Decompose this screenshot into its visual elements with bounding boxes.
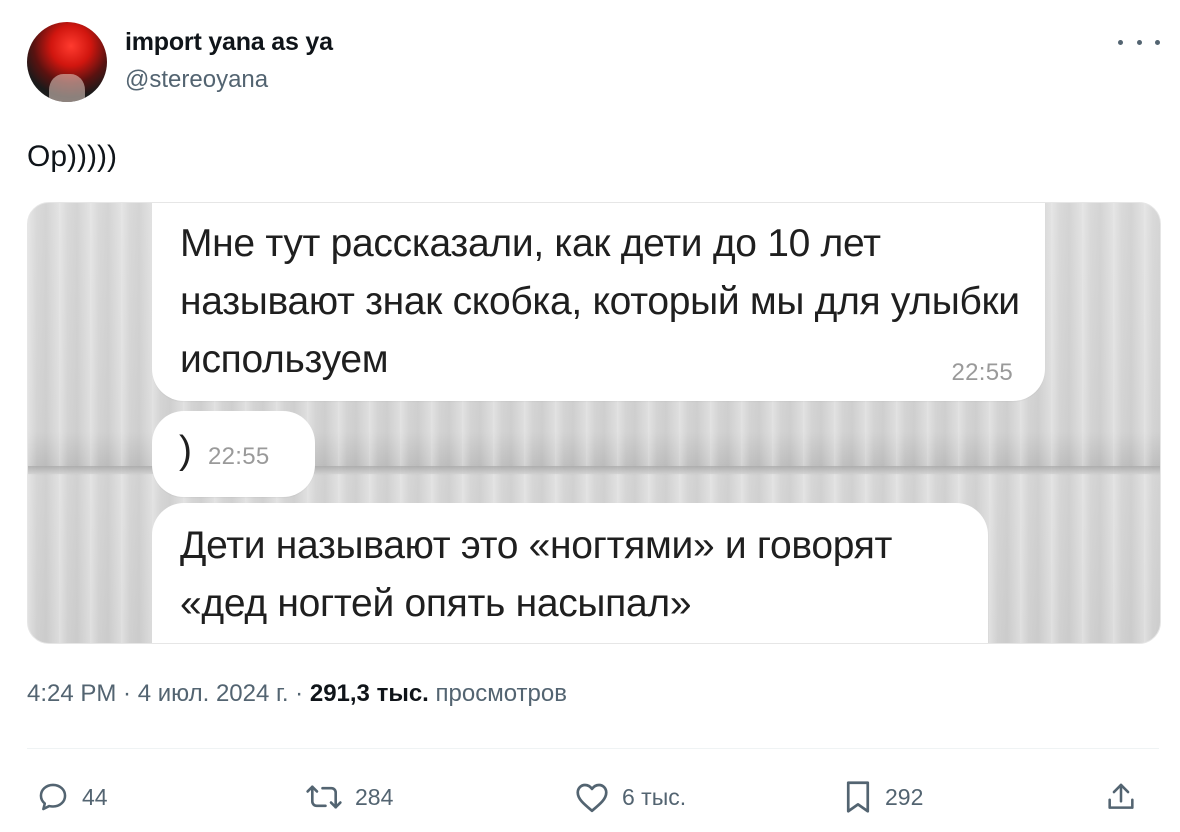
meta-separator: ·	[288, 680, 310, 707]
more-horizontal-icon	[1118, 39, 1123, 45]
repost-icon	[306, 785, 342, 809]
like-count: 6 тыс.	[622, 783, 687, 810]
bookmark-icon	[846, 781, 870, 813]
chat-message-time: 22:55	[951, 359, 1013, 386]
more-horizontal-icon	[1136, 39, 1142, 45]
views-count: 291,3 тыс.	[309, 680, 429, 707]
tweet-time[interactable]: 4:24 PM	[27, 680, 116, 707]
chat-bubble: Дети называют это «ногтями» и говорят «д…	[152, 503, 988, 643]
more-options-button[interactable]	[1118, 28, 1160, 56]
chat-message-text: )	[179, 429, 192, 472]
views-label: просмотров	[428, 680, 567, 707]
heart-icon	[576, 783, 608, 813]
chat-message-text: Дети называют это «ногтями» и говорят «д…	[180, 524, 893, 625]
bookmark-button[interactable]: 292	[843, 777, 923, 817]
tweet-date[interactable]: 4 июл. 2024 г.	[138, 680, 289, 707]
avatar[interactable]	[27, 22, 107, 102]
repost-count: 284	[355, 783, 394, 810]
share-button[interactable]	[1104, 777, 1138, 817]
reply-count: 44	[82, 783, 108, 810]
author-display-name[interactable]: import yana as ya	[125, 28, 333, 57]
chat-message-text: Мне тут рассказали, как дети до 10 лет н…	[180, 222, 1020, 381]
chat-bubble: Мне тут рассказали, как дети до 10 лет н…	[152, 203, 1045, 401]
share-icon	[1108, 783, 1134, 809]
author-handle[interactable]: @stereoyana	[125, 66, 268, 94]
more-horizontal-icon	[1155, 39, 1160, 45]
reply-icon	[39, 783, 67, 811]
like-button[interactable]: 6 тыс.	[574, 777, 686, 817]
tweet-media-image[interactable]: Мне тут рассказали, как дети до 10 лет н…	[27, 202, 1161, 644]
reply-button[interactable]: 44	[36, 777, 108, 817]
divider	[27, 748, 1159, 749]
meta-separator: ·	[116, 680, 138, 707]
chat-message-time: 22:55	[208, 443, 270, 470]
repost-button[interactable]: 284	[305, 777, 393, 817]
chat-bubble: ) 22:55	[152, 411, 315, 497]
bookmark-count: 292	[885, 783, 924, 810]
tweet-text: Op)))))	[27, 140, 117, 173]
tweet-meta: 4:24 PM · 4 июл. 2024 г. · 291,3 тыс. пр…	[27, 680, 567, 708]
